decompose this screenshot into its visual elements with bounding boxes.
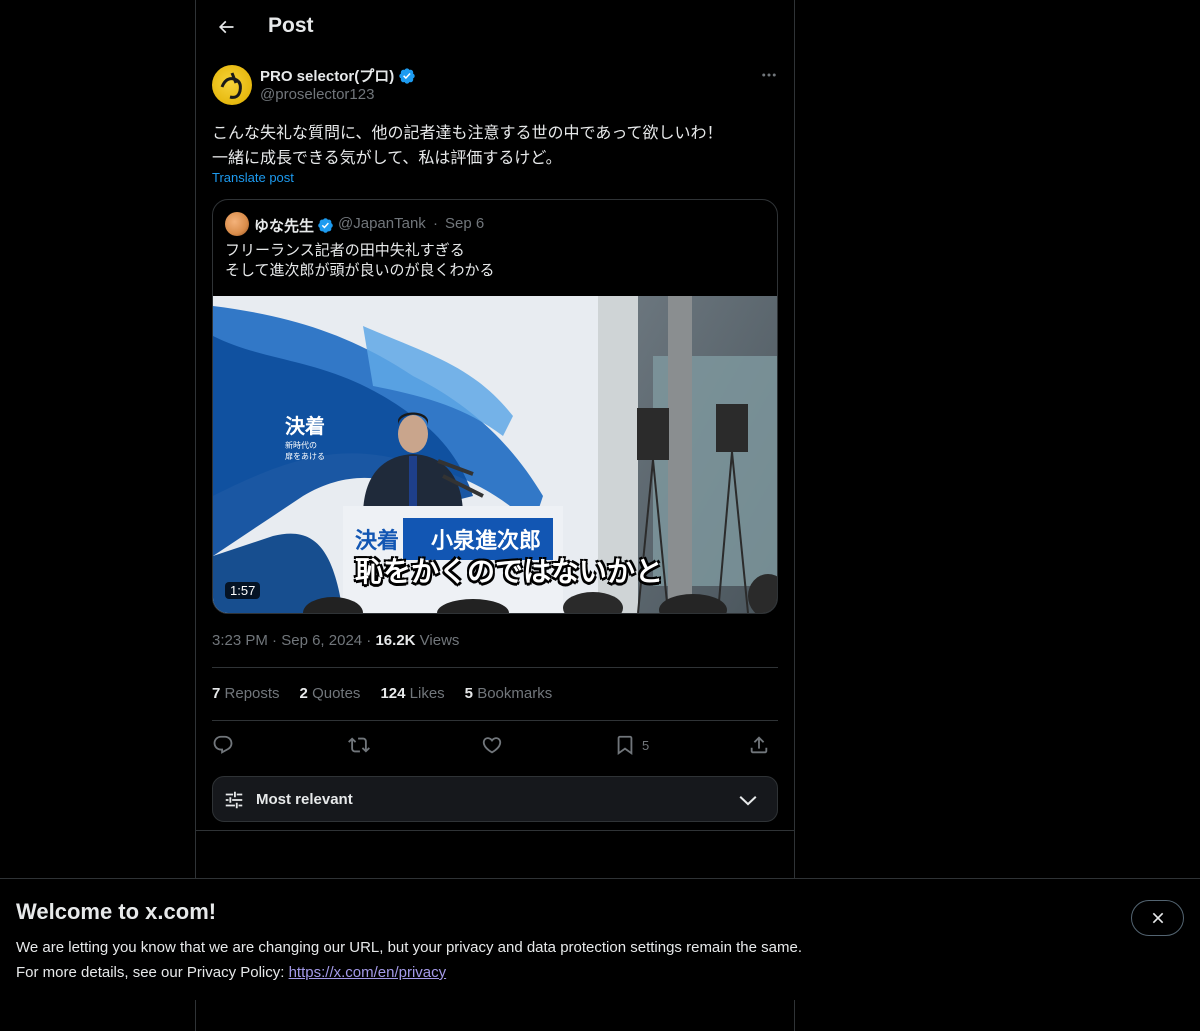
header: Post [196, 0, 794, 56]
quote-separator: · [433, 215, 438, 232]
meta-separator: · [272, 632, 282, 649]
filter-icon [225, 791, 243, 809]
reply-button[interactable] [212, 730, 234, 760]
back-arrow-icon [218, 20, 234, 34]
backdrop-title: 決着 [285, 414, 325, 438]
reply-icon [213, 735, 233, 754]
video-player[interactable]: 決着 新時代の 扉をあける 決着 小泉進次郎 恥をかくのではないかと 1:57 [213, 296, 777, 613]
author-avatar[interactable] [212, 65, 252, 105]
more-button[interactable] [754, 63, 784, 87]
sort-label: Most relevant [256, 791, 353, 808]
divider [212, 667, 778, 668]
divider [212, 720, 778, 721]
banner-title: Welcome to x.com! [16, 899, 217, 924]
author-handle[interactable]: @proselector123 [260, 86, 374, 103]
author-name-text: PRO selector(プロ) [260, 68, 395, 85]
reposts-stat[interactable]: 7 Reposts [212, 685, 280, 702]
verified-badge-icon [318, 218, 333, 233]
divider [196, 830, 794, 831]
reposts-count: 7 [212, 685, 221, 702]
banner-line-2: For more details, see our Privacy Policy… [16, 960, 802, 985]
video-caption: 恥をかくのではないかと [355, 555, 664, 588]
quote-author-avatar [225, 212, 249, 236]
bookmarks-count: 5 [464, 685, 474, 702]
post-date[interactable]: Sep 6, 2024 [281, 632, 362, 649]
repost-button[interactable] [348, 730, 370, 760]
page-title: Post [268, 14, 314, 37]
bookmark-count: 5 [642, 737, 650, 753]
likes-count: 124 [380, 685, 406, 702]
banner-line-1: We are letting you know that we are chan… [16, 939, 802, 956]
repost-icon [348, 737, 370, 753]
quotes-label: Quotes [312, 685, 361, 702]
post-stats: 7 Reposts 2 Quotes 124 Likes 5 Bookmarks [212, 685, 552, 702]
backdrop-sub-2: 扉をあける [285, 451, 325, 461]
quote-text: フリーランス記者の田中失礼すぎる そして進次郎が頭が良いのが良くわかる [225, 241, 495, 279]
views-count: 16.2K [375, 632, 416, 649]
likes-stat[interactable]: 124 Likes [380, 685, 444, 702]
privacy-policy-link[interactable]: https://x.com/en/privacy [289, 964, 447, 981]
close-banner-button[interactable] [1131, 900, 1184, 936]
banner-line-2-prefix: For more details, see our Privacy Policy… [16, 964, 289, 981]
quote-author-name: ゆな先生 [254, 215, 334, 236]
quoted-post[interactable]: ゆな先生 @JapanTank · Sep 6 フリーランス記者の田中失礼すぎる… [212, 199, 778, 614]
back-button[interactable] [208, 9, 244, 45]
post-meta: 3:23 PM · Sep 6, 2024 · 16.2K Views [212, 632, 459, 649]
quote-date: Sep 6 [445, 215, 485, 232]
author-name[interactable]: PRO selector(プロ) [260, 65, 416, 86]
url-change-banner: Welcome to x.com! We are letting you kno… [0, 878, 1200, 1000]
post-text: こんな失礼な質問に、他の記者達も注意する世の中であって欲しいわ！ 一緒に成長でき… [212, 123, 723, 167]
views-label: Views [419, 632, 460, 649]
main-column: Post PRO selector(プロ) @proselector123 こん… [195, 0, 795, 1031]
quote-author-handle: @JapanTank [338, 215, 426, 232]
close-icon [1152, 912, 1163, 924]
share-button[interactable] [748, 730, 770, 760]
backdrop-sub-1: 新時代の [285, 440, 317, 450]
video-duration: 1:57 [225, 582, 261, 599]
sort-replies-dropdown[interactable]: Most relevant [212, 776, 778, 822]
action-bar: 5 [212, 730, 778, 760]
bookmark-button[interactable]: 5 [614, 730, 649, 760]
bookmark-icon [617, 735, 633, 756]
share-icon [750, 736, 768, 754]
quotes-count: 2 [299, 685, 308, 702]
chevron-down-icon [739, 796, 757, 806]
banner-text: We are letting you know that we are chan… [16, 935, 802, 985]
translate-post-link[interactable]: Translate post [212, 170, 294, 185]
bookmarks-label: Bookmarks [477, 685, 553, 702]
quotes-stat[interactable]: 2 Quotes [300, 685, 361, 702]
reposts-label: Reposts [224, 685, 280, 702]
likes-label: Likes [409, 685, 445, 702]
more-icon [762, 73, 776, 77]
quote-author-name-text: ゆな先生 [254, 218, 315, 235]
like-icon [482, 737, 502, 754]
verified-badge-icon [399, 67, 415, 84]
like-button[interactable] [481, 730, 503, 760]
post-time[interactable]: 3:23 PM [212, 632, 268, 649]
bookmarks-stat[interactable]: 5 Bookmarks [465, 685, 553, 702]
